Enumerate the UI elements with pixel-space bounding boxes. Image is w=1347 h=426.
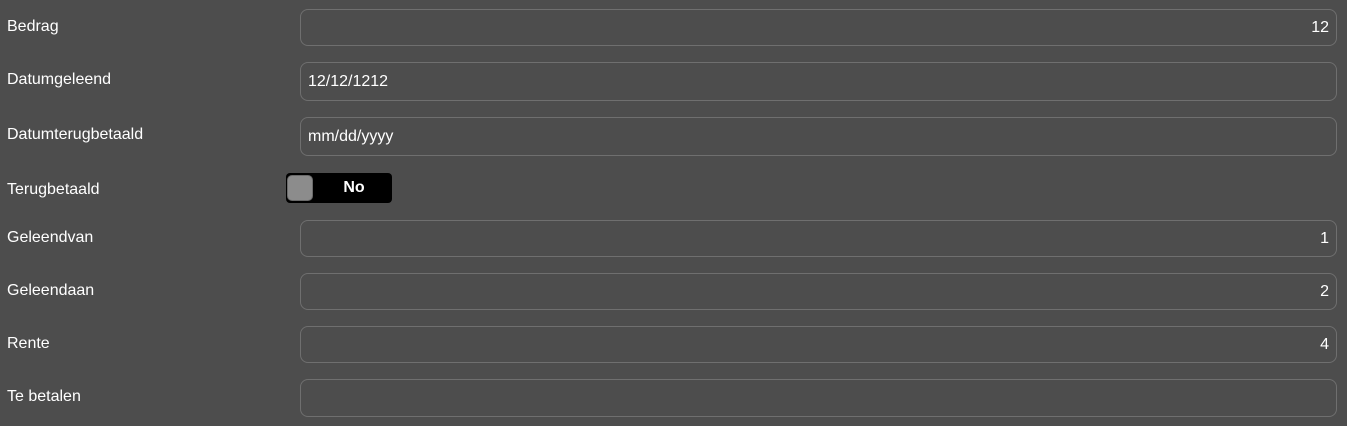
geleendvan-label: Geleendvan [7, 229, 94, 246]
datumgeleend-label: Datumgeleend [7, 71, 112, 88]
te-betalen-label: Te betalen [7, 388, 81, 405]
terugbetaald-toggle[interactable]: No [286, 173, 392, 203]
terugbetaald-toggle-state: No [343, 179, 365, 196]
switch-knob-icon [287, 175, 313, 201]
bedrag-label: Bedrag [7, 18, 59, 35]
rente-input[interactable] [300, 326, 1337, 363]
bedrag-input[interactable] [300, 9, 1337, 46]
rente-label: Rente [7, 335, 50, 352]
te-betalen-input[interactable] [300, 379, 1337, 417]
geleendvan-input[interactable] [300, 220, 1337, 257]
datumgeleend-date-input[interactable] [300, 62, 1337, 101]
datumterugbetaald-label: Datumterugbetaald [7, 126, 144, 143]
terugbetaald-label: Terugbetaald [7, 181, 100, 198]
datumterugbetaald-date-input[interactable] [300, 117, 1337, 156]
geleendaan-label: Geleendaan [7, 282, 95, 299]
geleendaan-input[interactable] [300, 273, 1337, 310]
